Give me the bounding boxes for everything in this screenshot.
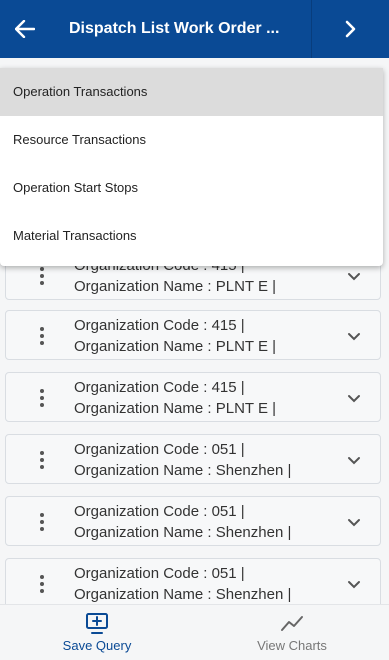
chevron-down-icon[interactable] bbox=[344, 450, 364, 470]
view-charts-label: View Charts bbox=[257, 637, 327, 653]
more-options-icon[interactable] bbox=[34, 509, 50, 535]
next-button[interactable] bbox=[311, 0, 389, 58]
list-item[interactable]: Organization Code : 415 | Organization N… bbox=[5, 372, 381, 422]
menu-item-material-transactions[interactable]: Material Transactions bbox=[0, 212, 383, 260]
save-query-button[interactable]: Save Query bbox=[0, 605, 194, 660]
page-title: Dispatch List Work Order ... bbox=[69, 20, 280, 37]
menu-item-operation-start-stops[interactable]: Operation Start Stops bbox=[0, 164, 383, 212]
line-chart-icon bbox=[281, 615, 303, 631]
chevron-right-icon bbox=[345, 20, 356, 38]
more-options-icon[interactable] bbox=[34, 447, 50, 473]
organization-name: Organization Name : PLNT E | bbox=[74, 278, 277, 295]
organization-name: Organization Name : Shenzhen | bbox=[74, 586, 292, 603]
save-query-icon bbox=[86, 612, 108, 634]
menu-item-operation-transactions[interactable]: Operation Transactions bbox=[0, 68, 383, 116]
organization-name: Organization Name : PLNT E | bbox=[74, 338, 277, 355]
organization-code: Organization Code : 415 | bbox=[74, 317, 245, 334]
organization-code: Organization Code : 051 | bbox=[74, 441, 245, 458]
organization-code: Organization Code : 051 | bbox=[74, 565, 245, 582]
more-options-icon[interactable] bbox=[34, 571, 50, 597]
organization-name: Organization Name : PLNT E | bbox=[74, 400, 277, 417]
view-charts-button[interactable]: View Charts bbox=[195, 605, 389, 660]
organization-name: Organization Name : Shenzhen | bbox=[74, 462, 292, 479]
list-item[interactable]: Organization Code : 415 | Organization N… bbox=[5, 310, 381, 360]
list-item[interactable]: Organization Code : 051 | Organization N… bbox=[5, 496, 381, 546]
chevron-down-icon[interactable] bbox=[344, 574, 364, 594]
bottom-toolbar: Save Query View Charts bbox=[0, 604, 389, 660]
app-header: Dispatch List Work Order ... bbox=[0, 0, 389, 58]
organization-code: Organization Code : 415 | bbox=[74, 379, 245, 396]
chevron-down-icon[interactable] bbox=[344, 326, 364, 346]
back-button[interactable] bbox=[0, 0, 50, 58]
chevron-down-icon[interactable] bbox=[344, 388, 364, 408]
chevron-down-icon[interactable] bbox=[344, 512, 364, 532]
organization-name: Organization Name : Shenzhen | bbox=[74, 524, 292, 541]
organization-code: Organization Code : 051 | bbox=[74, 503, 245, 520]
actions-menu: Operation Transactions Resource Transact… bbox=[0, 68, 383, 266]
menu-item-resource-transactions[interactable]: Resource Transactions bbox=[0, 116, 383, 164]
chevron-down-icon[interactable] bbox=[344, 266, 364, 286]
more-options-icon[interactable] bbox=[34, 385, 50, 411]
list-item[interactable]: Organization Code : 051 | Organization N… bbox=[5, 558, 381, 608]
save-query-label: Save Query bbox=[62, 637, 132, 653]
list-item[interactable]: Organization Code : 051 | Organization N… bbox=[5, 434, 381, 484]
arrow-left-icon bbox=[15, 20, 35, 38]
more-options-icon[interactable] bbox=[34, 323, 50, 349]
more-options-icon[interactable] bbox=[34, 263, 50, 289]
